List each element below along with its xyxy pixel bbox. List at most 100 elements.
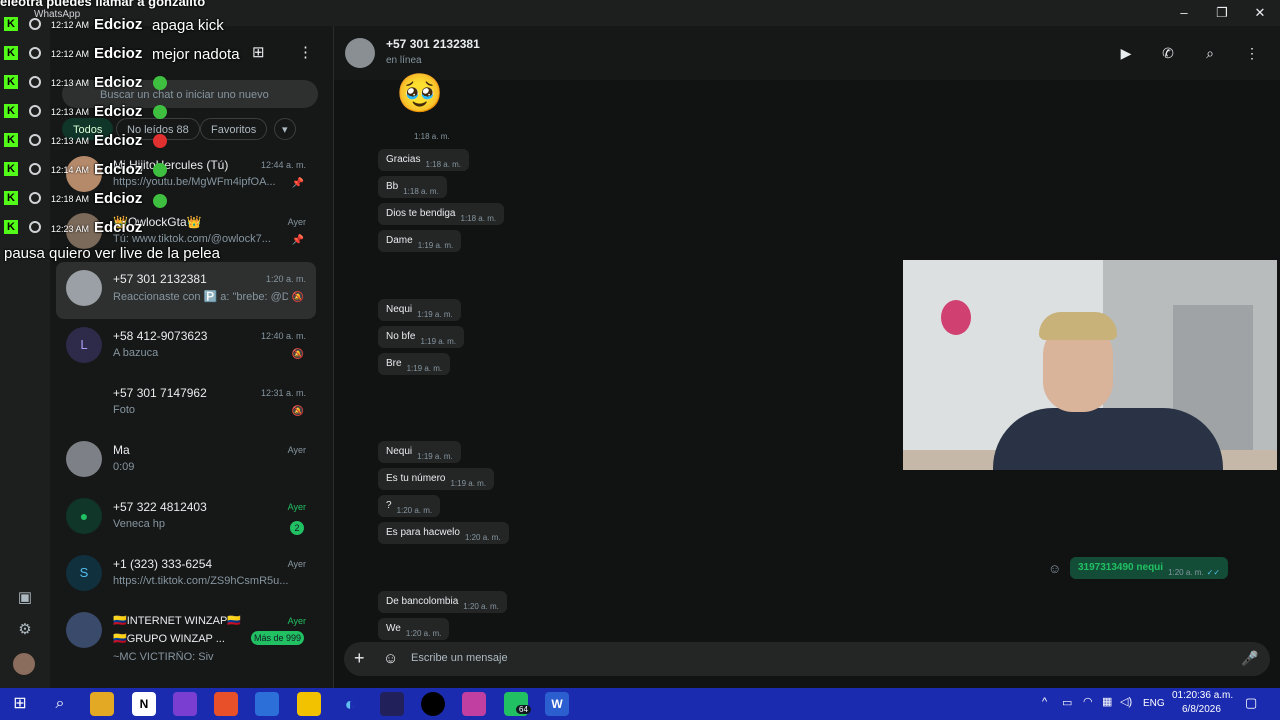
chat-row[interactable]: +57 301 7147962 12:31 a. m. Foto 🔕 xyxy=(56,376,316,433)
user-icon xyxy=(29,105,41,117)
chat-list-panel: ⊞ ⋮ Buscar un chat o iniciar uno nuevo T… xyxy=(50,26,334,688)
filter-dropdown-chevron-icon[interactable]: ▾ xyxy=(274,118,296,140)
message-bubble: Nequi 1:19 a. m. xyxy=(378,299,461,321)
notification-icon[interactable]: ▢ xyxy=(1245,695,1257,711)
emote-icon xyxy=(153,105,167,119)
chat-row[interactable]: ● +57 322 4812403 Ayer Veneca hp 2 xyxy=(56,490,316,547)
overlay-time: 12:13 AM xyxy=(51,107,90,117)
network-icon[interactable]: ▦ xyxy=(1102,695,1112,708)
emote-icon xyxy=(153,194,167,208)
read-receipt-icon: ✓✓ xyxy=(1206,568,1221,577)
overlay-time: 12:14 AM xyxy=(51,165,90,175)
filter-favorites[interactable]: Favoritos xyxy=(200,118,268,140)
chat-preview: Reaccionaste con 🅿️ a: "brebe: @D... xyxy=(113,291,288,303)
conversation-header[interactable]: +57 301 2132381 en línea ▶ ✆ ⌕ ⋮ xyxy=(334,26,1280,80)
voice-call-icon[interactable]: ✆ xyxy=(1158,43,1178,63)
chat-preview: A bazuca xyxy=(113,347,159,359)
chat-time: 12:31 a. m. xyxy=(260,388,306,398)
webcam-overlay xyxy=(903,260,1277,470)
pin-icon: 📌 xyxy=(291,235,304,246)
overlay-time: 12:13 AM xyxy=(51,78,90,88)
chat-name: 🇨🇴INTERNET WINZAP🇨🇴 xyxy=(113,615,242,627)
chat-time: Ayer xyxy=(287,217,306,227)
clock-time[interactable]: 01:20:36 a.m. xyxy=(1172,690,1233,701)
chat-row[interactable]: 🇨🇴INTERNET WINZAP🇨🇴 Ayer 🇨🇴GRUPO WINZAP … xyxy=(56,604,316,674)
tray-chevron-icon[interactable]: ^ xyxy=(1042,696,1047,708)
user-icon xyxy=(29,221,41,233)
menu-icon[interactable]: ⋮ xyxy=(1242,43,1262,63)
emoji-sticker: 🥹 xyxy=(396,73,444,115)
chat-name: +57 301 2132381 xyxy=(113,272,207,286)
message-bubble: ? 1:20 a. m. xyxy=(378,495,441,517)
contact-avatar[interactable] xyxy=(345,38,375,68)
taskbar: ⊞ ⌕ N ◐ 64 W ^ ▭ ◠ ▦ ◁) ENG 01:20:36 a.m… xyxy=(0,688,1280,720)
chat-row[interactable]: L +58 412-9073623 12:40 a. m. A bazuca 🔕 xyxy=(56,319,316,376)
chat-preview: https://vt.tiktok.com/ZS9hCsmR5u... xyxy=(113,575,288,587)
unread-badge: Más de 999 xyxy=(250,631,304,645)
pin-icon: 📌 xyxy=(291,178,304,189)
chat-row[interactable]: S +1 (323) 333-6254 Ayer https://vt.tikt… xyxy=(56,547,316,604)
chat-row-selected[interactable]: +57 301 2132381 1:20 a. m. Reaccionaste … xyxy=(56,262,316,319)
video-call-icon[interactable]: ▶ xyxy=(1116,43,1136,63)
search-icon[interactable]: ⌕ xyxy=(1200,43,1220,63)
microphone-icon[interactable]: 🎤 xyxy=(1241,650,1258,667)
language-indicator[interactable]: ENG xyxy=(1143,698,1165,709)
user-icon xyxy=(29,163,41,175)
notion-icon[interactable]: N xyxy=(132,692,156,716)
message-bubble: Es tu número 1:19 a. m. xyxy=(378,468,495,490)
chat-time: 1:20 a. m. xyxy=(265,274,306,284)
close-button[interactable]: ✕ xyxy=(1250,4,1270,22)
emote-icon xyxy=(153,134,167,148)
attach-plus-icon[interactable]: + xyxy=(354,648,365,669)
new-chat-icon[interactable]: ⊞ xyxy=(252,43,265,61)
nav-rail: ▣ ⚙ xyxy=(0,26,50,688)
brave-icon[interactable] xyxy=(214,692,238,716)
overlay-username: Edcioz xyxy=(94,132,143,149)
overlay-message: apaga kick xyxy=(152,17,224,34)
contact-name: +57 301 2132381 xyxy=(386,37,480,51)
react-emoji-icon[interactable]: ☺ xyxy=(1048,561,1061,576)
maximize-button[interactable]: ❐ xyxy=(1212,4,1232,22)
volume-icon[interactable]: ◁) xyxy=(1120,695,1132,708)
overlay-username: Edcioz xyxy=(94,190,143,207)
notes-icon[interactable] xyxy=(297,692,321,716)
file-explorer-icon[interactable] xyxy=(90,692,114,716)
overlay-time: 12:18 AM xyxy=(51,194,90,204)
kick-icon: K xyxy=(4,104,18,118)
obs-icon[interactable] xyxy=(421,692,445,716)
app-icon[interactable] xyxy=(173,692,197,716)
chat-row[interactable]: Ma Ayer 0:09 xyxy=(56,433,316,490)
chat-preview: 0:09 xyxy=(113,461,135,473)
settings-icon[interactable]: ⚙ xyxy=(15,620,35,640)
app-icon[interactable] xyxy=(462,692,486,716)
wifi-icon[interactable]: ◠ xyxy=(1083,695,1093,708)
unread-badge: 2 xyxy=(290,521,304,535)
message-composer[interactable]: + ☺ Escribe un mensaje 🎤 xyxy=(344,642,1270,676)
avatar xyxy=(66,612,102,648)
store-icon[interactable] xyxy=(255,692,279,716)
chat-time: 12:40 a. m. xyxy=(260,331,306,341)
overlay-username: Edcioz xyxy=(94,103,143,120)
edge-icon[interactable]: ◐ xyxy=(338,692,362,716)
menu-icon[interactable]: ⋮ xyxy=(298,43,313,61)
windows-start-icon[interactable]: ⊞ xyxy=(8,692,32,716)
profile-avatar[interactable] xyxy=(13,653,35,675)
kick-icon: K xyxy=(4,75,18,89)
user-icon xyxy=(29,192,41,204)
message-bubble: Es para hacwelo 1:20 a. m. xyxy=(378,522,509,544)
kick-icon: K xyxy=(4,220,18,234)
chat-name: +58 412-9073623 xyxy=(113,329,208,343)
battery-icon[interactable]: ▭ xyxy=(1062,696,1072,709)
minimize-button[interactable]: – xyxy=(1174,4,1194,22)
message-bubble: We 1:20 a. m. xyxy=(378,618,450,640)
clock-date[interactable]: 6/8/2026 xyxy=(1182,704,1221,715)
chat-preview: Foto xyxy=(113,404,136,416)
app-icon[interactable] xyxy=(380,692,404,716)
avatar: ● xyxy=(66,498,102,534)
word-icon[interactable]: W xyxy=(545,692,569,716)
kick-icon: K xyxy=(4,191,18,205)
overlay-bottom-text: pausa quiero ver live de la pelea xyxy=(4,245,220,262)
emoji-icon[interactable]: ☺ xyxy=(383,650,398,667)
search-icon[interactable]: ⌕ xyxy=(48,692,72,716)
media-icon[interactable]: ▣ xyxy=(15,588,35,608)
